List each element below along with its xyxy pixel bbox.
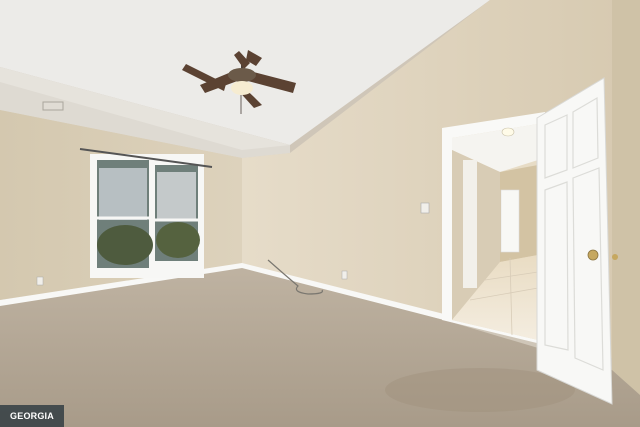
air-vent-icon (42, 101, 64, 111)
watermark-label: GEORGIA MLS (0, 405, 64, 427)
hallway-light-icon (501, 127, 515, 137)
right-corner-wall (612, 0, 640, 395)
hallway-far-door (500, 189, 520, 253)
room-illustration (0, 0, 640, 427)
window-view-building (99, 168, 147, 220)
wall-outlet-2 (36, 276, 44, 286)
window-view-foliage-2 (156, 222, 200, 258)
wall-outlet (341, 270, 348, 280)
window-view-foliage (97, 225, 153, 265)
door-knob (587, 249, 599, 261)
light-switch (420, 202, 430, 214)
room-photo: GEORGIA MLS (0, 0, 640, 427)
hallway-side-door (463, 160, 477, 288)
door-knob-back (612, 254, 618, 260)
window-view-building-2 (157, 172, 196, 220)
